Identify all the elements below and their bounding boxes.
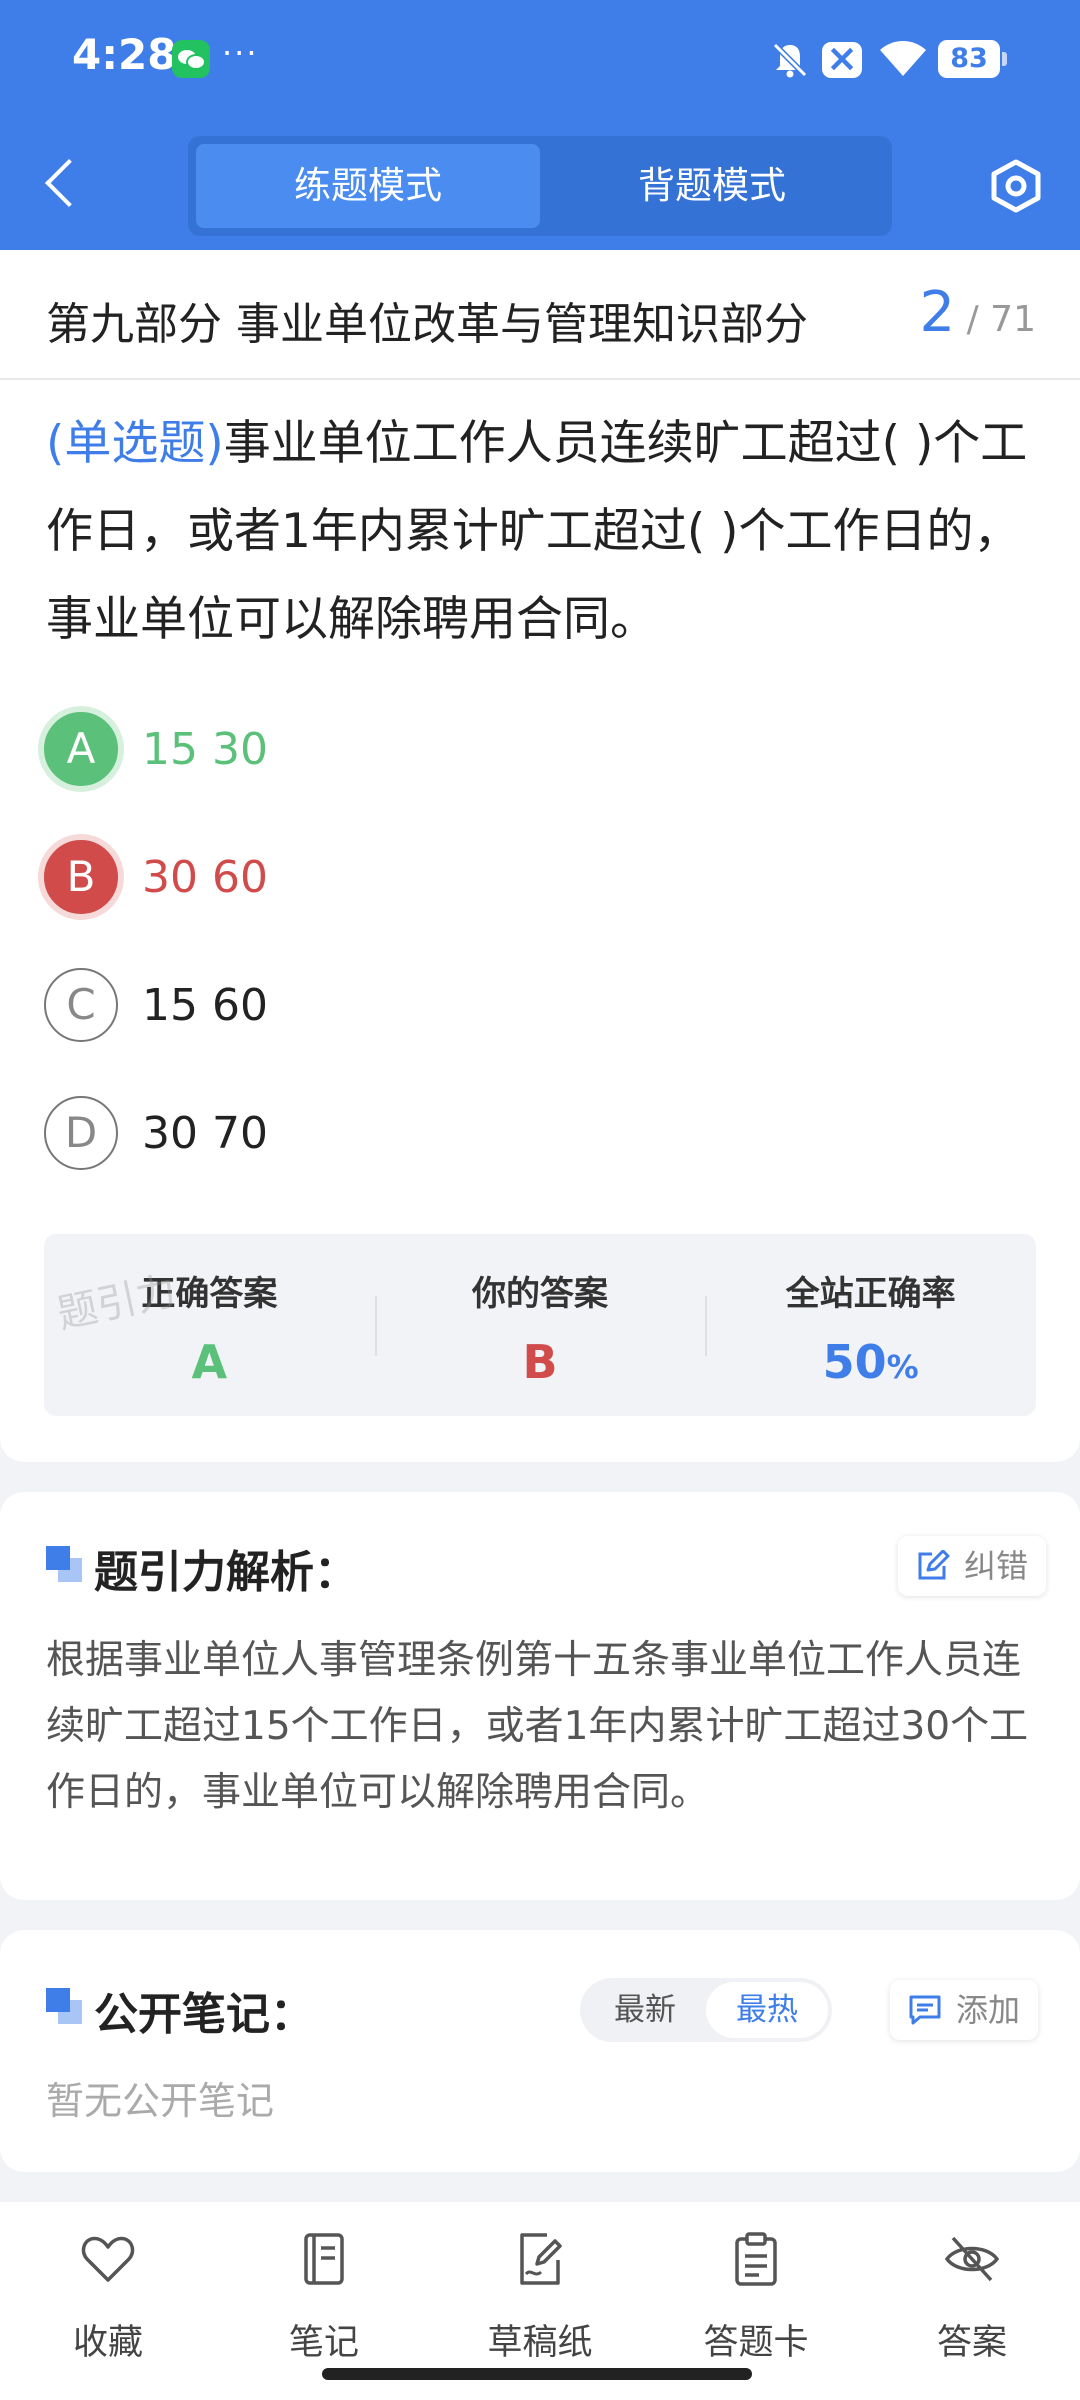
report-error-button[interactable]: 纠错 (898, 1536, 1047, 1596)
wechat-icon (172, 40, 210, 78)
add-note-button[interactable]: 添加 (890, 1980, 1039, 2040)
option-letter: D (44, 1096, 118, 1170)
analysis-title: 题引力解析： (94, 1547, 358, 1598)
option-letter: B (44, 840, 118, 914)
notes-label: 笔记 (288, 2323, 359, 2363)
current-question-number: 2 (919, 280, 956, 345)
sort-latest-tab[interactable]: 最新 (584, 1982, 706, 2038)
settings-hexagon-icon[interactable] (988, 158, 1044, 214)
option-text: 15 60 (142, 980, 268, 1031)
section-block-icon (46, 1988, 84, 2026)
your-answer-column: 你的答案 B (374, 1234, 706, 1416)
clipboard-icon (735, 2232, 777, 2286)
option-d[interactable]: D 30 70 (44, 1096, 944, 1176)
dismiss-notification-icon (822, 36, 862, 80)
option-b[interactable]: B 30 60 (44, 840, 944, 920)
question-card: 第九部分 事业单位改革与管理知识部分 2 / 71 (单选题)事业单位工作人员连… (0, 250, 1080, 1462)
status-bar: 4:28 ··· 83 (0, 0, 1080, 120)
analysis-text: 根据事业单位人事管理条例第十五条事业单位工作人员连续旷工超过15个工作日，或者1… (46, 1638, 1029, 1815)
your-answer-label: 你的答案 (472, 1274, 608, 1314)
total-questions: / 71 (966, 299, 1036, 340)
accuracy-rate-label: 全站正确率 (785, 1274, 956, 1314)
sort-hot-tab[interactable]: 最热 (706, 1982, 828, 2038)
show-answer-button[interactable]: 答案 (864, 2202, 1080, 2400)
your-answer-value: B (522, 1335, 558, 1389)
home-indicator[interactable] (322, 2368, 752, 2380)
tab-practice-mode[interactable]: 练题模式 (196, 144, 540, 228)
notes-empty-text: 暂无公开笔记 (46, 2079, 275, 2123)
notes-sort-toggle: 最新 最热 (580, 1978, 832, 2042)
notebook-icon (304, 2233, 344, 2285)
accuracy-rate-column: 全站正确率 50% (705, 1234, 1036, 1416)
analysis-card: 题引力解析： 纠错 根据事业单位人事管理条例第十五条事业单位工作人员连续旷工超过… (0, 1492, 1080, 1900)
tab-memorize-mode[interactable]: 背题模式 (540, 144, 884, 228)
draft-paper-label: 草稿纸 (487, 2323, 593, 2363)
option-text: 15 30 (142, 724, 268, 775)
wifi-icon (880, 41, 926, 76)
favorite-label: 收藏 (72, 2323, 143, 2363)
eye-off-icon (944, 2236, 1000, 2282)
answer-summary: 正确答案 A 你的答案 B 全站正确率 50% (44, 1234, 1036, 1416)
option-letter: A (44, 712, 118, 786)
notes-title: 公开笔记： (94, 1989, 314, 2040)
battery-indicator: 83 (938, 40, 1007, 78)
draft-icon (520, 2233, 562, 2285)
show-answer-label: 答案 (936, 2323, 1007, 2363)
status-time: 4:28 (72, 30, 177, 79)
question-text: (单选题)事业单位工作人员连续旷工超过( )个工作日，或者1年内累计旷工超过( … (46, 400, 1036, 664)
notes-card: 公开笔记： 最新 最热 添加 暂无公开笔记 (0, 1930, 1080, 2172)
section-block-icon (46, 1546, 84, 1584)
section-title: 第九部分 事业单位改革与管理知识部分 (46, 299, 808, 350)
heart-icon (81, 2236, 135, 2282)
more-notifications-icon: ··· (222, 34, 259, 72)
option-c[interactable]: C 15 60 (44, 968, 944, 1048)
correct-answer-value: A (191, 1335, 228, 1389)
accuracy-rate-value: 50% (705, 1335, 1036, 1389)
option-letter: C (44, 968, 118, 1042)
edit-icon (918, 1550, 950, 1580)
option-a[interactable]: A 15 30 (44, 712, 944, 792)
favorite-button[interactable]: 收藏 (0, 2202, 216, 2400)
bell-off-icon (772, 42, 808, 78)
section-header: 第九部分 事业单位改革与管理知识部分 2 / 71 (0, 250, 1080, 380)
accuracy-rate-number: 50 (822, 1335, 887, 1389)
mode-toggle: 练题模式 背题模式 (188, 136, 892, 236)
answer-sheet-label: 答题卡 (703, 2323, 809, 2363)
question-type: (单选题) (46, 416, 224, 471)
app-header: 4:28 ··· 83 练题模式 背题模式 (0, 0, 1080, 250)
comment-icon (909, 1995, 941, 2025)
option-text: 30 70 (142, 1108, 268, 1159)
report-error-label: 纠错 (964, 1547, 1029, 1585)
back-arrow-icon[interactable] (44, 158, 94, 208)
accuracy-rate-unit: % (886, 1348, 919, 1386)
option-text: 30 60 (142, 852, 268, 903)
add-note-label: 添加 (956, 1991, 1021, 2029)
question-progress: 2 / 71 (920, 280, 1036, 345)
